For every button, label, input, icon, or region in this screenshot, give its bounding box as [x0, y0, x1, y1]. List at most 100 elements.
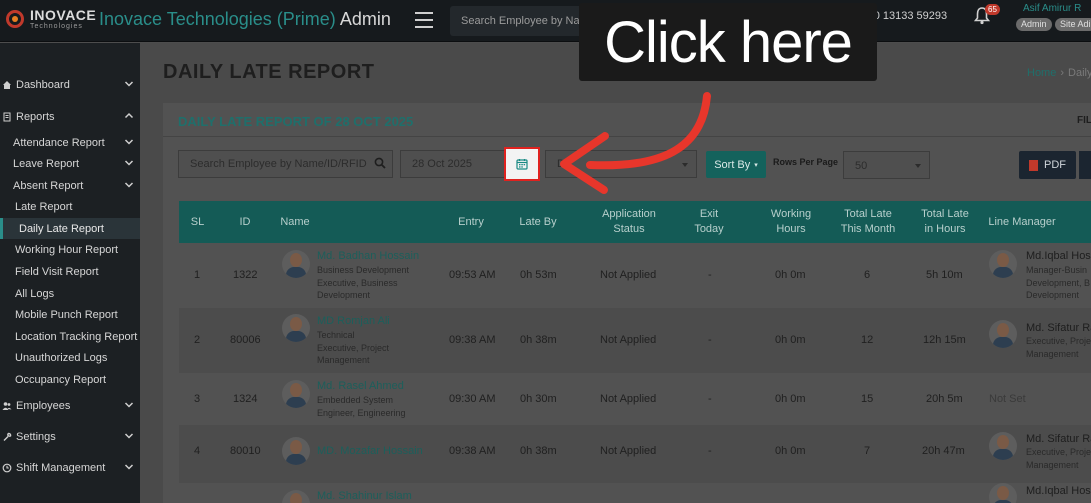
sidebar-item-all-logs[interactable]: All Logs	[0, 283, 140, 304]
employee-name-link[interactable]: Md. Shahinur Islam	[317, 490, 412, 502]
column-header-id[interactable]: ID	[226, 201, 264, 243]
cell-total-late-month: 7	[864, 445, 871, 457]
sidebar-item-attendance-report[interactable]: Attendance Report	[0, 132, 140, 153]
sidebar-item-late-report[interactable]: Late Report	[0, 196, 140, 217]
employee-designation: Embedded System Engineer, Engineering	[317, 395, 406, 418]
manager-designation-line: Development	[1026, 290, 1080, 300]
manager-designation-line: Management	[1026, 349, 1079, 359]
column-header-late-by[interactable]: Late By	[513, 201, 563, 243]
sidebar-item-unauthorized-logs[interactable]: Unauthorized Logs	[0, 347, 140, 368]
export-pdf-label: PDF	[1044, 159, 1066, 171]
sidebar-item-working-hour-report[interactable]: Working Hour Report	[0, 239, 140, 260]
sidebar-item-mobile-punch-report[interactable]: Mobile Punch Report	[0, 304, 140, 325]
app-title-suffix: Admin	[339, 9, 391, 29]
cell-sl: 1	[194, 269, 201, 281]
employee-name-link[interactable]: MD. Mozafar Hossain	[317, 445, 423, 457]
global-search-input[interactable]: Search Employee by Name	[450, 6, 592, 36]
manager-avatar	[989, 320, 1017, 348]
cell-exit-today: -	[708, 334, 712, 346]
cell-id: 1322	[233, 269, 258, 281]
cell-late-by: 0h 38m	[520, 334, 557, 346]
column-header-total-late-hours[interactable]: Total Late in Hours	[917, 201, 973, 243]
calendar-button[interactable]	[504, 147, 540, 181]
sidebar-item-label: Field Visit Report	[15, 265, 99, 278]
manager-designation-line: Development, B	[1026, 278, 1091, 288]
cell-working-hours: 0h 0m	[775, 334, 806, 346]
manager-name: Md.Iqbal Hos	[1026, 250, 1091, 262]
breadcrumb-home-link[interactable]: Home	[1027, 67, 1056, 79]
wrench-icon	[3, 432, 12, 441]
sidebar-item-absent-report[interactable]: Absent Report	[0, 175, 140, 196]
sidebar-item-settings[interactable]: Settings	[0, 426, 140, 447]
export-pdf-button[interactable]: PDF	[1019, 151, 1076, 179]
employee-avatar	[282, 380, 310, 408]
pdf-file-icon	[1029, 159, 1038, 171]
cell-application-status: Not Applied	[600, 334, 657, 346]
breadcrumb-current: Daily	[1068, 67, 1091, 79]
sidebar-item-label: Unauthorized Logs	[15, 351, 108, 364]
cell-total-late-hours: 20h 5m	[926, 393, 963, 405]
sidebar-item-field-visit-report[interactable]: Field Visit Report	[0, 261, 140, 282]
app-title-company: Inovace Technologies (Prime)	[99, 9, 336, 29]
column-header-application-status[interactable]: Application Status	[593, 201, 665, 243]
column-header-sl[interactable]: SL	[179, 201, 216, 243]
employee-avatar	[282, 437, 310, 465]
manager-avatar	[989, 483, 1017, 503]
sidebar-item-shift-management[interactable]: Shift Management	[0, 457, 140, 478]
manager-name: Md.Iqbal Hos	[1026, 485, 1091, 497]
chevron-down-icon	[124, 433, 134, 439]
column-header-working-hours[interactable]: Working Hours	[764, 201, 818, 243]
chevron-down-icon	[124, 402, 134, 408]
manager-avatar	[989, 432, 1017, 460]
cell-total-late-month: 12	[861, 334, 874, 346]
menu-toggle-icon[interactable]	[415, 12, 433, 28]
column-header-line-manager[interactable]: Line Manager	[985, 201, 1059, 243]
employee-designation: Technical Executive, Project Management	[317, 330, 390, 365]
cell-entry: 09:30 AM	[449, 393, 496, 405]
sidebar-item-label: Daily Late Report	[19, 222, 104, 235]
cell-total-late-hours: 5h 10m	[926, 269, 963, 281]
sidebar-item-label: Dashboard	[16, 78, 70, 91]
column-header-total-late-month[interactable]: Total Late This Month	[838, 201, 898, 243]
department-select[interactable]: De	[545, 150, 697, 178]
employee-search-input[interactable]: Search Employee by Name/ID/RFID	[178, 150, 393, 178]
chevron-down-icon	[124, 139, 134, 145]
search-icon[interactable]	[374, 157, 386, 169]
employee-name-link[interactable]: Md. Rasel Ahmed	[317, 380, 404, 392]
column-header-entry[interactable]: Entry	[451, 201, 491, 243]
caret-down-icon	[682, 163, 688, 167]
role-badge-admin: Admin	[1016, 18, 1052, 31]
sidebar-item-daily-late-report[interactable]: Daily Late Report	[0, 218, 140, 239]
cell-sl: 4	[194, 445, 201, 457]
employee-search-placeholder: Search Employee by Name/ID/RFID	[190, 158, 367, 170]
employee-name-link[interactable]: Md. Badhan Hossain	[317, 250, 419, 262]
sidebar-item-occupancy-report[interactable]: Occupancy Report	[0, 369, 140, 390]
sidebar-item-reports[interactable]: Reports	[0, 106, 140, 127]
export-excel-button[interactable]	[1079, 151, 1091, 179]
sidebar-item-label: All Logs	[15, 287, 55, 300]
cell-application-status: Not Applied	[600, 445, 657, 457]
sidebar-item-label: Absent Report	[13, 179, 84, 192]
cell-id: 1324	[233, 393, 258, 405]
column-header-exit-today[interactable]: Exit Today	[684, 201, 734, 243]
sidebar-item-dashboard[interactable]: Dashboard	[0, 74, 140, 95]
user-name[interactable]: Asif Amirur R	[1023, 3, 1081, 14]
cell-id: 80006	[230, 334, 261, 346]
cell-sl: 3	[194, 393, 201, 405]
sidebar-item-label: Working Hour Report	[15, 243, 119, 256]
sidebar-item-label: Occupancy Report	[15, 373, 107, 386]
table-header: SL ID Name Entry Late By Application Sta…	[179, 201, 1091, 243]
sidebar-item-employees[interactable]: Employees	[0, 395, 140, 416]
sidebar-item-label: Settings	[16, 430, 56, 443]
column-header-name[interactable]: Name	[278, 201, 312, 243]
sidebar-item-leave-report[interactable]: Leave Report	[0, 153, 140, 174]
rows-per-page-select[interactable]: 50	[843, 151, 930, 179]
cell-total-late-month: 15	[861, 393, 874, 405]
filter-toggle-link[interactable]: FIL	[1077, 115, 1091, 126]
company-logo[interactable]: INOVACE Technologies	[6, 8, 96, 30]
manager-designation-line: Management	[1026, 460, 1079, 470]
sort-by-button[interactable]: Sort By ▾	[706, 151, 766, 178]
sidebar-item-location-tracking-report[interactable]: Location Tracking Report	[0, 326, 140, 347]
cell-total-late-month: 6	[864, 269, 871, 281]
employee-name-link[interactable]: MD Romjan Ali	[317, 315, 390, 327]
